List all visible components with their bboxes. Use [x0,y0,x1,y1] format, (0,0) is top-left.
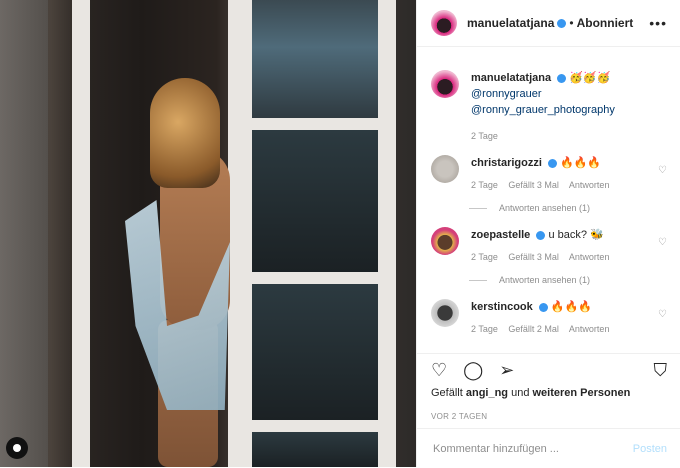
view-replies-label[interactable]: Antworten ansehen (1) [499,275,590,285]
comment-time[interactable]: 2 Tage [471,324,498,334]
window-pane-middle [252,130,378,272]
caption-username[interactable]: manuelatatjana [471,72,551,84]
user-tag-icon[interactable] [6,437,28,459]
comment-likes[interactable]: Gefällt 2 Mal [508,324,559,334]
photo-wall [0,0,48,467]
comment-text: 🔥🔥🔥 [560,157,602,169]
post-actions: ♡ ◯ ➢ ⛉ Gefällt angi_ng und weiteren Per… [417,353,680,421]
post-side-panel: manuelatatjana • Abonniert ••• manuelata… [416,0,680,467]
view-replies[interactable]: Antworten ansehen (1) [469,203,680,213]
caption-mention[interactable]: @ronny_grauer_photography [471,104,615,116]
comment-likes[interactable]: Gefällt 3 Mal [508,252,559,262]
comment-input[interactable] [431,441,633,456]
caption-time[interactable]: 2 Tage [471,131,498,141]
likes-user[interactable]: angi_ng [466,387,508,399]
comment-likes[interactable]: Gefällt 3 Mal [508,180,559,190]
door-rail-1 [252,118,378,130]
likes-middle: und [508,387,533,399]
likes-prefix: Gefällt [431,387,466,399]
door-frame-middle [228,0,252,467]
comment-username[interactable]: kerstincook [471,301,533,313]
replies-line [469,207,487,209]
heart-icon[interactable]: ♡ [658,309,667,337]
caption-mention[interactable]: @ronnygrauer [471,88,541,100]
avatar[interactable] [431,155,459,183]
avatar[interactable] [431,70,459,98]
door-frame-right [378,0,396,467]
reply-button[interactable]: Antworten [569,324,610,334]
window-pane-bottom [252,432,378,467]
door-rail-2 [252,272,378,284]
comment-username[interactable]: zoepastelle [471,229,530,241]
like-heart-icon[interactable]: ♡ [431,360,447,381]
header-username[interactable]: manuelatatjana [467,16,554,30]
heart-icon[interactable]: ♡ [658,237,667,265]
comment-text: 🔥🔥🔥 [550,301,592,313]
reply-button[interactable]: Antworten [569,252,610,262]
verified-icon [547,158,557,168]
comments-list[interactable]: manuelatatjana 🥳🥳🥳 @ronnygrauer @ronny_g… [417,47,680,353]
caption-emoji: 🥳🥳🥳 [569,72,611,84]
avatar[interactable] [431,10,457,36]
bookmark-icon[interactable]: ⛉ [654,360,668,381]
comment-composer: Posten [417,428,680,468]
reply-button[interactable]: Antworten [569,180,610,190]
replies-line [469,279,487,281]
likes-others[interactable]: weiteren Personen [533,387,631,399]
comment-item: christarigozzi 🔥🔥🔥 2 Tage Gefällt 3 Mal … [417,155,680,193]
post-photo[interactable] [0,0,416,467]
comment-item: zoepastelle u back? 🐝 2 Tage Gefällt 3 M… [417,227,680,265]
header-separator: • [569,16,574,30]
post-header: manuelatatjana • Abonniert ••• [417,0,680,47]
avatar[interactable] [431,299,459,327]
comment-time[interactable]: 2 Tage [471,180,498,190]
comment-bubble-icon[interactable]: ◯ [463,360,483,381]
comment-username[interactable]: christarigozzi [471,157,542,169]
heart-icon[interactable]: ♡ [658,165,667,193]
caption: manuelatatjana 🥳🥳🥳 @ronnygrauer @ronny_g… [417,70,680,144]
avatar[interactable] [431,227,459,255]
verified-icon [536,230,546,240]
verified-icon [538,302,548,312]
view-replies-label[interactable]: Antworten ansehen (1) [499,203,590,213]
comment-time[interactable]: 2 Tage [471,252,498,262]
comment-text: u back? 🐝 [548,229,604,241]
follow-button[interactable]: Abonniert [577,16,634,30]
more-horizontal-icon[interactable]: ••• [649,15,667,31]
post-timestamp[interactable]: VOR 2 TAGEN [431,412,487,421]
share-send-icon[interactable]: ➢ [499,360,514,381]
door-rail-3 [252,420,378,432]
verified-icon [557,73,567,83]
figure-head [150,78,220,188]
verified-icon [557,18,567,28]
post-button[interactable]: Posten [633,443,667,455]
window-pane-lower [252,284,378,420]
door-frame-left [72,0,90,467]
window-pane-top [252,0,378,118]
likes-summary[interactable]: Gefällt angi_ng und weiteren Personen [431,387,667,399]
view-replies[interactable]: Antworten ansehen (1) [469,275,680,285]
comment-item: kerstincook 🔥🔥🔥 2 Tage Gefällt 2 Mal Ant… [417,299,680,337]
